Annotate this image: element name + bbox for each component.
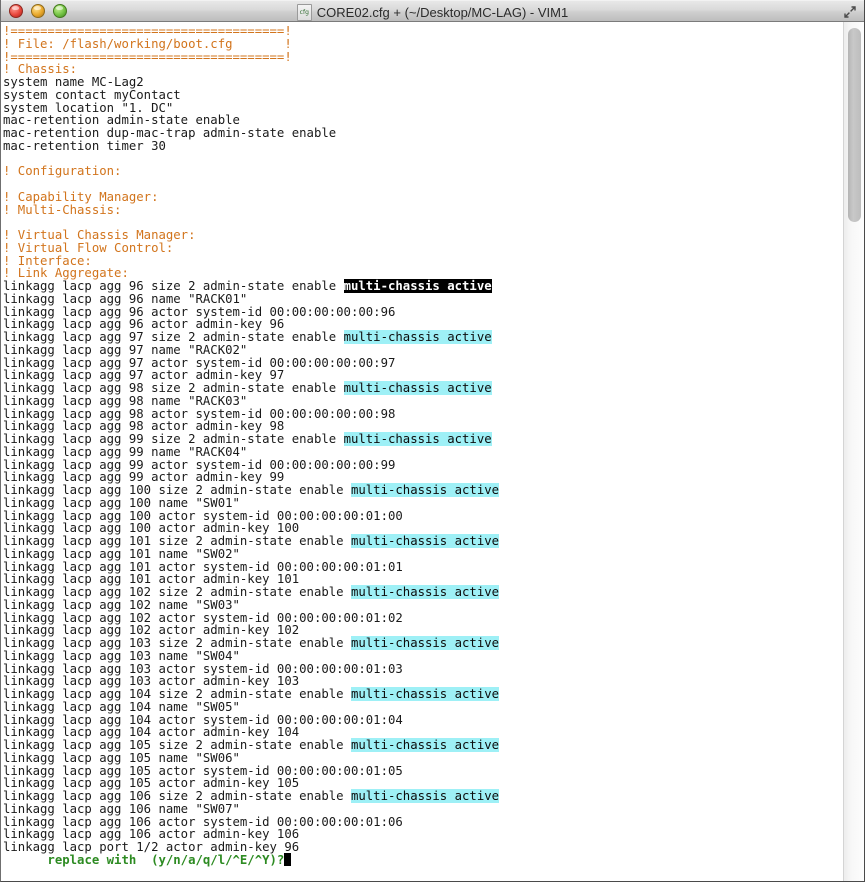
cfg-document-icon: cfg [297, 4, 312, 21]
vertical-scrollbar[interactable] [843, 22, 864, 881]
search-match: multi-chassis active [344, 432, 492, 446]
search-match: multi-chassis active [351, 483, 499, 497]
code-line-text: ! Configuration: [3, 164, 121, 178]
fullscreen-expand-icon[interactable] [842, 4, 858, 20]
window-title-group: cfg CORE02.cfg + (~/Desktop/MC-LAG) - VI… [1, 1, 864, 23]
code-text-buffer[interactable]: !=====================================!!… [1, 22, 843, 854]
close-button[interactable] [9, 4, 23, 18]
vim-window: cfg CORE02.cfg + (~/Desktop/MC-LAG) - VI… [0, 0, 865, 882]
search-match: multi-chassis active [351, 636, 499, 650]
code-line: ! Capability Manager: [3, 191, 843, 204]
code-line-text: mac-retention timer 30 [3, 139, 166, 153]
maximize-button[interactable] [53, 4, 67, 18]
search-match: multi-chassis active [351, 789, 499, 803]
code-line: !=====================================! [3, 51, 843, 64]
search-match-current: multi-chassis active [344, 279, 492, 293]
code-line: mac-retention timer 30 [3, 140, 843, 153]
scrollbar-thumb[interactable] [848, 28, 861, 222]
text-cursor [284, 853, 291, 866]
code-line: ! Interface: [3, 255, 843, 268]
editor-area[interactable]: !=====================================!!… [1, 22, 864, 881]
window-title: CORE02.cfg + (~/Desktop/MC-LAG) - VIM1 [317, 5, 568, 20]
minimize-button[interactable] [31, 4, 45, 18]
search-match: multi-chassis active [351, 534, 499, 548]
search-match: multi-chassis active [351, 687, 499, 701]
search-match: multi-chassis active [351, 738, 499, 752]
window-controls [9, 4, 67, 18]
vim-status-prompt: replace with (y/n/a/q/l/^E/^Y)? [3, 840, 291, 880]
search-match: multi-chassis active [351, 585, 499, 599]
search-match: multi-chassis active [344, 330, 492, 344]
code-line: ! Virtual Flow Control: [3, 242, 843, 255]
search-match: multi-chassis active [344, 381, 492, 395]
code-line: ! Multi-Chassis: [3, 204, 843, 217]
status-prompt-text: replace with (y/n/a/q/l/^E/^Y)? [47, 853, 284, 867]
code-line-text: ! Multi-Chassis: [3, 203, 121, 217]
code-line: ! Configuration: [3, 165, 843, 178]
window-titlebar[interactable]: cfg CORE02.cfg + (~/Desktop/MC-LAG) - VI… [1, 0, 864, 22]
code-line [3, 153, 843, 166]
